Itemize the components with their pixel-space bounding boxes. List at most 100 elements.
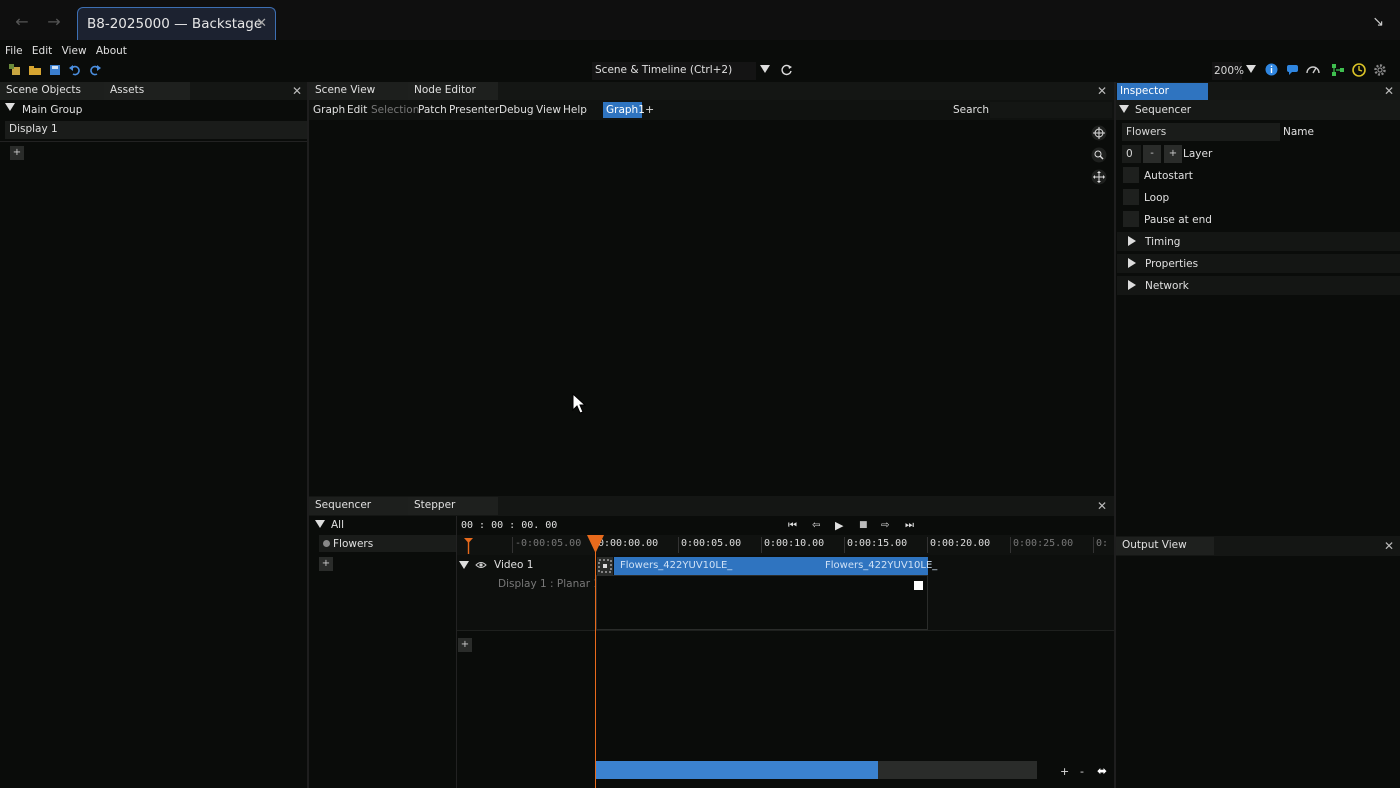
tab-sequencer[interactable]: Sequencer [309, 497, 409, 515]
tab-scene-view[interactable]: Scene View [309, 82, 409, 100]
graph-tab[interactable]: Graph1 [603, 102, 645, 118]
clock-icon[interactable] [1352, 63, 1366, 80]
close-panel-icon[interactable]: ✕ [292, 84, 302, 98]
stop-button[interactable]: ■ [859, 520, 868, 530]
menu-about[interactable]: About [96, 45, 127, 57]
ruler-label: 0: [1096, 538, 1109, 549]
timing-expand-icon[interactable] [1128, 236, 1137, 249]
layer-increment-button[interactable]: + [1164, 145, 1182, 163]
playhead-line [595, 552, 596, 788]
track-expand-icon[interactable] [459, 561, 469, 573]
pan-icon[interactable] [1091, 169, 1107, 188]
close-inspector-icon[interactable]: ✕ [1384, 84, 1394, 98]
zoom-out-button[interactable]: - [1080, 765, 1084, 778]
layout-select[interactable]: Scene & Timeline (Ctrl+2) [592, 62, 756, 80]
save-icon[interactable] [48, 63, 62, 77]
fit-timeline-button[interactable]: ⬌ [1097, 764, 1107, 778]
open-folder-icon[interactable] [28, 63, 42, 77]
network-expand-icon[interactable] [1128, 280, 1137, 293]
go-start-button[interactable]: ⏮ [788, 520, 797, 531]
tab-node-editor[interactable]: Node Editor [408, 82, 498, 100]
add-sequence-button[interactable]: + [319, 557, 333, 571]
ruler-label: 0:00:10.00 [764, 538, 825, 549]
add-object-button[interactable]: + [10, 146, 24, 160]
zoom-chevron-icon[interactable] [1246, 65, 1256, 77]
section-expand-icon[interactable] [1119, 105, 1129, 117]
tab-output-view[interactable]: Output View [1116, 537, 1214, 555]
clip-handle-icon[interactable] [597, 557, 613, 575]
target-icon[interactable] [1091, 125, 1107, 144]
redo-icon[interactable] [88, 63, 102, 77]
ruler-label: 0:00:00.00 [598, 538, 659, 549]
gear-icon[interactable] [1373, 63, 1387, 80]
node-canvas[interactable] [309, 120, 1114, 496]
go-end-button[interactable]: ⏭ [905, 520, 914, 531]
add-graph-button[interactable]: + [645, 102, 655, 118]
scrollbar-thumb[interactable] [596, 761, 879, 779]
ruler-label: 0:00:05.00 [681, 538, 742, 549]
corner-resize-icon[interactable]: ↘ [1372, 14, 1384, 30]
menu-file[interactable]: File [5, 45, 23, 57]
network-icon[interactable] [1331, 63, 1345, 80]
gauge-icon[interactable] [1306, 63, 1320, 79]
network-label: Network [1145, 280, 1189, 292]
menu-edit[interactable]: Edit [32, 45, 52, 57]
close-center-icon[interactable]: ✕ [1097, 84, 1107, 98]
zoom-select[interactable]: 200% [1212, 62, 1244, 80]
layer-label: Layer [1183, 148, 1213, 160]
pause-at-end-checkbox[interactable] [1123, 211, 1139, 227]
layout-select-value: Scene & Timeline (Ctrl+2) [595, 64, 733, 76]
clip-end-label: Flowers_422YUV10LE_ [825, 560, 938, 571]
back-button[interactable]: ← [10, 12, 34, 32]
sequence-dot-icon [323, 540, 330, 547]
name-field[interactable]: Flowers [1122, 123, 1280, 141]
autostart-checkbox[interactable] [1123, 167, 1139, 183]
loop-checkbox[interactable] [1123, 189, 1139, 205]
tree-expand-icon[interactable] [5, 103, 15, 121]
undo-icon[interactable] [68, 63, 82, 77]
chevron-down-icon[interactable] [760, 65, 770, 77]
play-button[interactable]: ▶ [835, 519, 843, 532]
zoom-in-button[interactable]: + [1060, 765, 1069, 778]
clip-body[interactable] [596, 575, 928, 630]
add-track-button[interactable]: + [458, 638, 472, 652]
chat-icon[interactable] [1286, 63, 1299, 79]
eye-icon[interactable] [475, 560, 487, 573]
window-tab[interactable]: B8-2025000 — Backstage ✕ [77, 7, 276, 40]
close-icon[interactable]: ✕ [256, 16, 267, 31]
tree-item-display[interactable]: Display 1 [5, 121, 307, 139]
step-forward-button[interactable]: ⇨ [881, 520, 889, 531]
close-sequencer-icon[interactable]: ✕ [1097, 499, 1107, 513]
ruler-label: 0:00:20.00 [930, 538, 991, 549]
properties-label: Properties [1145, 258, 1199, 270]
forward-button[interactable]: → [42, 12, 66, 32]
tree-root-label[interactable]: Main Group [22, 104, 82, 122]
zoom-icon[interactable] [1091, 147, 1107, 166]
timing-label: Timing [1145, 236, 1181, 248]
info-icon[interactable] [1265, 63, 1278, 79]
playhead-icon[interactable] [587, 535, 605, 558]
timeline-scrollbar[interactable] [596, 761, 1037, 779]
properties-expand-icon[interactable] [1128, 258, 1137, 271]
layer-decrement-button[interactable]: - [1143, 145, 1161, 163]
ruler-label: 0:00:25.00 [1013, 538, 1074, 549]
tab-inspector[interactable]: Inspector [1117, 83, 1208, 100]
step-back-button[interactable]: ⇦ [812, 520, 820, 531]
track-name[interactable]: Video 1 [494, 559, 533, 577]
tab-stepper[interactable]: Stepper [408, 497, 498, 515]
layer-input[interactable]: 0 [1122, 145, 1141, 163]
tab-assets[interactable]: Assets [104, 82, 190, 100]
clip-end-marker[interactable] [914, 581, 923, 590]
new-scene-icon[interactable] [8, 63, 22, 77]
mouse-cursor [572, 392, 588, 418]
menu-view[interactable]: View [62, 45, 87, 57]
group-expand-icon[interactable] [315, 520, 325, 532]
tab-scene-objects[interactable]: Scene Objects [0, 82, 104, 100]
autostart-label: Autostart [1144, 170, 1193, 182]
search-input[interactable] [990, 102, 1112, 118]
ruler-label: 0:00:15.00 [847, 538, 908, 549]
timecode-display: 00 : 00 : 00. 00 [461, 520, 558, 531]
refresh-icon[interactable] [781, 64, 793, 79]
pause-at-end-label: Pause at end [1144, 214, 1212, 226]
close-output-icon[interactable]: ✕ [1384, 539, 1394, 553]
